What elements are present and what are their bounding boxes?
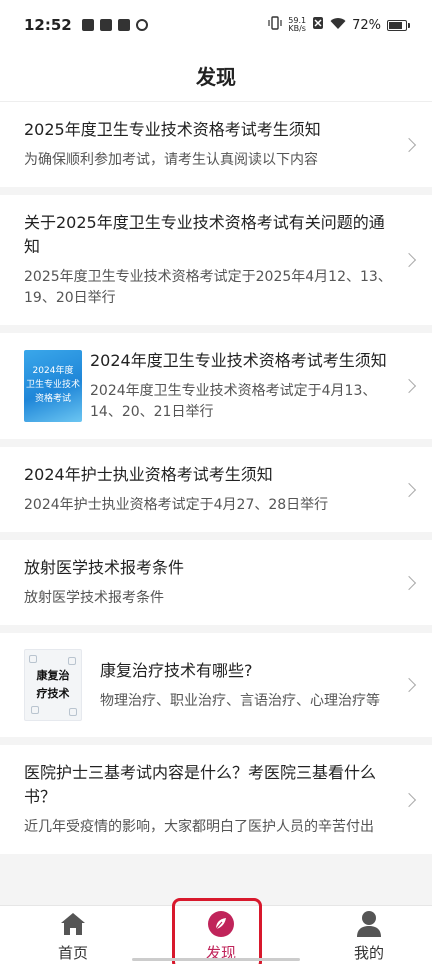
list-item-title: 放射医学技术报考条件 [24, 558, 185, 577]
chevron-right-icon [401, 792, 417, 807]
profile-icon [356, 910, 382, 938]
list-item-title: 2025年度卫生专业技术资格考试考生须知 [24, 120, 321, 139]
article-list: 2025年度卫生专业技术资格考试考生须知 为确保顺利参加考试，请考生认真阅读以下… [0, 102, 432, 862]
home-indicator [132, 958, 300, 961]
chevron-right-icon [401, 137, 417, 152]
net-speed: 59.1 KB/s [288, 17, 306, 33]
tab-home[interactable]: 首页 [38, 906, 108, 964]
app-icon [99, 19, 112, 31]
tab-label: 我的 [353, 944, 384, 962]
tab-label: 首页 [57, 944, 88, 962]
article-thumbnail: 康复治 疗技术 [24, 649, 82, 721]
decor-icon [31, 706, 39, 714]
list-item-body: 医院护士三基考试内容是什么？考医院三基看什么书？ 近几年受疫情的影响，大家都明白… [24, 761, 392, 838]
app-icon [135, 19, 148, 31]
list-bottom-spacer [0, 856, 432, 905]
wifi-icon [330, 17, 346, 34]
thumbnail-text: 康复治 [36, 669, 70, 682]
status-time: 12:52 [24, 16, 72, 34]
net-speed-unit: KB/s [288, 24, 306, 33]
list-item-desc: 近几年受疫情的影响，大家都明白了医护人员的辛苦付出 [24, 819, 374, 835]
no-sim-icon [312, 16, 324, 34]
status-bar: 12:52 59.1 KB/s 72% [0, 0, 432, 50]
chevron-right-icon [401, 575, 417, 590]
list-item[interactable]: 2024年护士执业资格考试考生须知 2024年护士执业资格考试定于4月27、28… [0, 447, 432, 540]
chevron-right-icon [401, 677, 417, 693]
list-item-desc: 2025年度卫生专业技术资格考试定于2025年4月12、13、19、20日举行 [24, 269, 392, 306]
list-item-desc: 2024年护士执业资格考试定于4月27、28日举行 [24, 497, 329, 513]
battery-icon [387, 19, 410, 31]
decor-icon [68, 657, 76, 665]
tab-profile[interactable]: 我的 [334, 906, 404, 964]
list-item-body: 康复治疗技术有哪些? 物理治疗、职业治疗、言语治疗、心理治疗等 [90, 659, 392, 712]
list-item-body: 2025年度卫生专业技术资格考试考生须知 为确保顺利参加考试，请考生认真阅读以下… [24, 118, 392, 171]
tab-discover[interactable]: 发现 [186, 906, 256, 964]
app-icon [117, 19, 130, 31]
list-item-title: 2024年度卫生专业技术资格考试考生须知 [90, 351, 387, 370]
list-item[interactable]: 医院护士三基考试内容是什么？考医院三基看什么书？ 近几年受疫情的影响，大家都明白… [0, 745, 432, 862]
bottom-tab-bar: 首页 发现 我的 [0, 905, 432, 964]
list-item-body: 关于2025年度卫生专业技术资格考试有关问题的通知 2025年度卫生专业技术资格… [24, 211, 392, 309]
list-item-body: 2024年护士执业资格考试考生须知 2024年护士执业资格考试定于4月27、28… [24, 463, 392, 516]
home-icon [59, 910, 87, 938]
battery-percent: 72% [352, 17, 381, 33]
status-right: 59.1 KB/s 72% [268, 16, 410, 34]
list-item-body: 2024年度卫生专业技术资格考试考生须知 2024年度卫生专业技术资格考试定于4… [90, 349, 392, 423]
article-thumbnail: 2024年度 卫生专业技术 资格考试 [24, 350, 82, 422]
thumbnail-text: 卫生专业技术 [25, 380, 80, 390]
decor-icon [69, 708, 77, 716]
list-item[interactable]: 关于2025年度卫生专业技术资格考试有关问题的通知 2025年度卫生专业技术资格… [0, 195, 432, 333]
notification-icon [81, 19, 94, 31]
list-item-desc: 放射医学技术报考条件 [24, 590, 164, 606]
list-item-title: 关于2025年度卫生专业技术资格考试有关问题的通知 [24, 213, 385, 256]
chevron-right-icon [401, 482, 417, 497]
list-item[interactable]: 2024年度 卫生专业技术 资格考试 2024年度卫生专业技术资格考试考生须知 … [0, 333, 432, 447]
battery-fill [389, 21, 402, 29]
decor-icon [29, 655, 37, 663]
list-item-desc: 物理治疗、职业治疗、言语治疗、心理治疗等 [100, 692, 380, 709]
list-item-desc: 为确保顺利参加考试，请考生认真阅读以下内容 [24, 152, 318, 168]
list-item-title: 医院护士三基考试内容是什么？考医院三基看什么书？ [24, 763, 377, 806]
list-item-title: 康复治疗技术有哪些? [100, 660, 253, 680]
discover-icon [207, 910, 235, 938]
list-item-title: 2024年护士执业资格考试考生须知 [24, 465, 273, 484]
list-item[interactable]: 放射医学技术报考条件 放射医学技术报考条件 [0, 540, 432, 633]
status-left: 12:52 [24, 16, 148, 34]
vibrate-icon [268, 16, 282, 34]
list-item-body: 放射医学技术报考条件 放射医学技术报考条件 [24, 556, 392, 609]
list-item-desc: 2024年度卫生专业技术资格考试定于4月13、14、20、21日举行 [90, 383, 377, 420]
thumbnail-text: 资格考试 [34, 394, 71, 404]
chevron-right-icon [401, 252, 417, 268]
thumbnail-text: 2024年度 [32, 366, 74, 376]
list-item[interactable]: 2025年度卫生专业技术资格考试考生须知 为确保顺利参加考试，请考生认真阅读以下… [0, 102, 432, 195]
chevron-right-icon [401, 378, 417, 394]
page-title: 发现 [0, 50, 432, 102]
list-item[interactable]: 康复治 疗技术 康复治疗技术有哪些? 物理治疗、职业治疗、言语治疗、心理治疗等 [0, 633, 432, 745]
thumbnail-text: 疗技术 [36, 687, 70, 700]
